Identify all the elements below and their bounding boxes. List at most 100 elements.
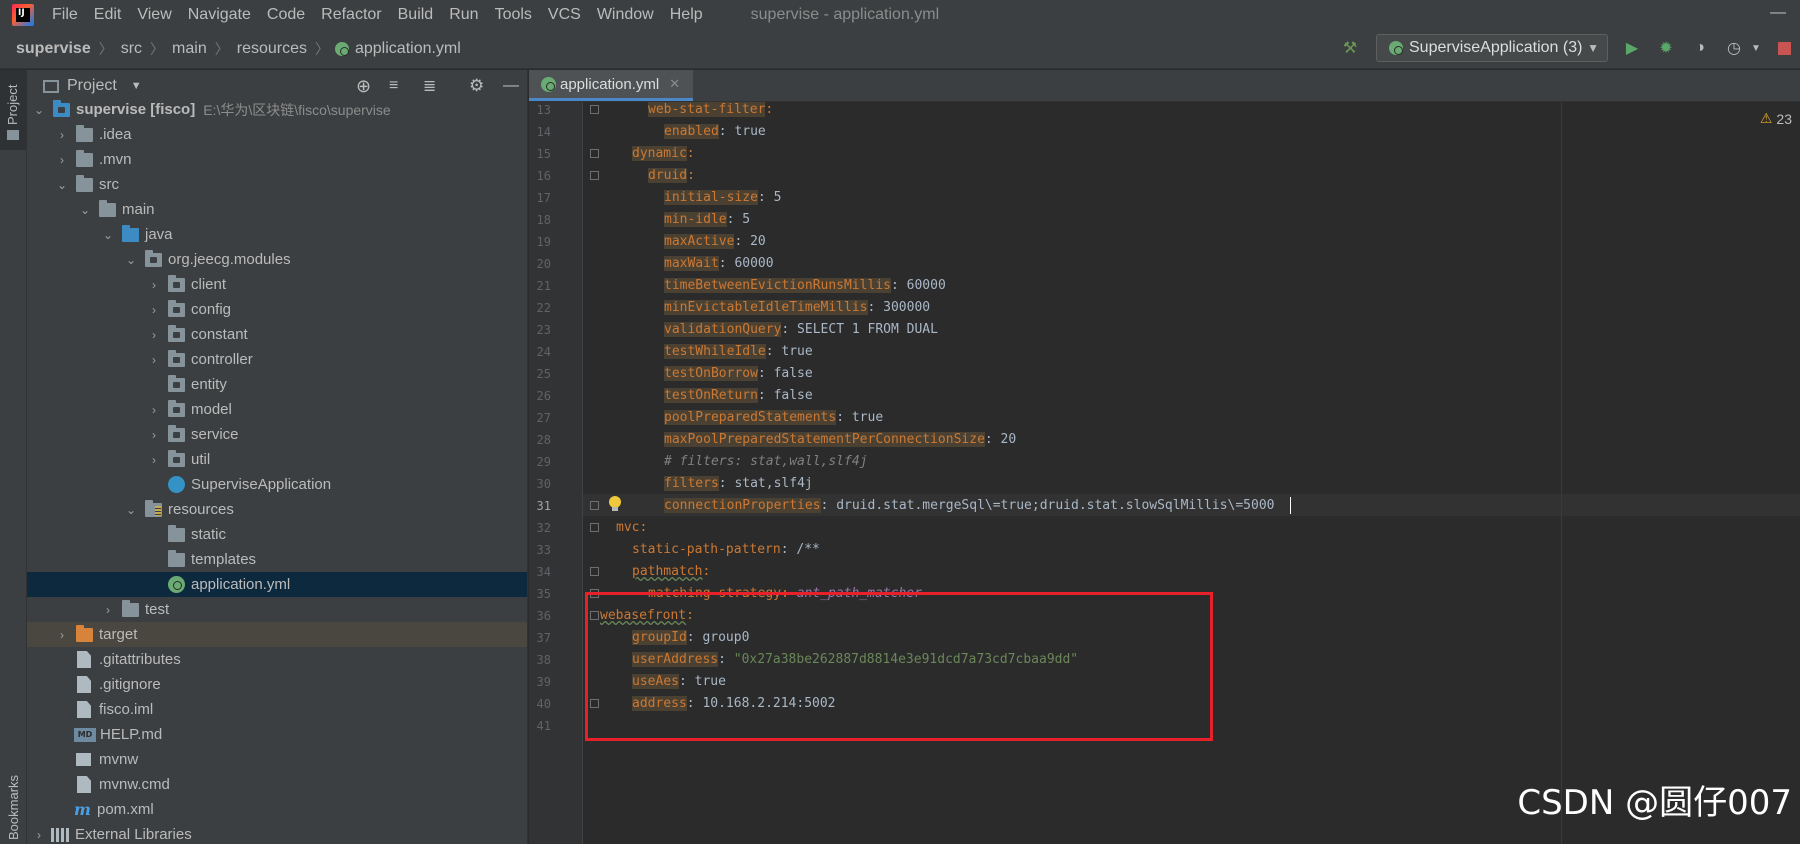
tree-item[interactable]: fisco.iml [27, 697, 527, 722]
tree-item[interactable]: .gitignore [27, 672, 527, 697]
tree-label: controller [191, 351, 253, 368]
package-icon [168, 374, 185, 392]
tree-label: test [145, 601, 170, 618]
folder-icon [122, 599, 139, 617]
code-line: druid: [648, 168, 695, 183]
project-tool-button[interactable]: Project [0, 70, 26, 150]
run-icon[interactable]: ▶ [1622, 38, 1642, 58]
code-comment: # filters: stat,wall,slf4j [664, 454, 868, 469]
tree-item[interactable]: › .idea [27, 122, 527, 147]
tree-item[interactable]: › client [27, 272, 527, 297]
menu-tools[interactable]: Tools [487, 0, 540, 29]
folder-icon [168, 524, 185, 542]
tree-label: application.yml [191, 576, 291, 593]
chevron-down-icon: ⌄ [102, 227, 114, 242]
code-line: pathmatch: [632, 564, 711, 579]
tree-label: mvnw.cmd [99, 776, 170, 793]
bookmarks-tool-button[interactable]: Bookmarks [6, 775, 21, 840]
breadcrumb-file[interactable]: application.yml [353, 40, 463, 58]
tree-item[interactable]: ⌄ java [27, 222, 527, 247]
tree-item[interactable]: › constant [27, 322, 527, 347]
tree-item[interactable]: › model [27, 397, 527, 422]
menu-file[interactable]: File [44, 0, 86, 29]
menu-build[interactable]: Build [390, 0, 442, 29]
tree-item[interactable]: mvnw.cmd [27, 772, 527, 797]
tree-item[interactable]: › test [27, 597, 527, 622]
expand-all-icon[interactable]: ≡ [389, 77, 398, 95]
tree-item[interactable]: › service [27, 422, 527, 447]
menu-view[interactable]: View [129, 0, 179, 29]
tree-item[interactable]: › util [27, 447, 527, 472]
menu-help[interactable]: Help [662, 0, 711, 29]
fold-marker-icon[interactable] [590, 567, 599, 576]
annotation-highlight-box [585, 592, 1213, 741]
tree-label: config [191, 301, 232, 318]
tree-item[interactable]: › .mvn [27, 147, 527, 172]
profile-icon[interactable]: ◷ [1724, 38, 1744, 58]
tree-label: util [191, 451, 211, 468]
breadcrumb-project[interactable]: supervise [14, 40, 93, 58]
inspection-widget[interactable]: ⚠ 23 [1760, 110, 1792, 127]
tree-item[interactable]: › target [27, 622, 527, 647]
build-hammer-icon[interactable]: ⚒ [1340, 38, 1360, 58]
chevron-right-icon: › [152, 427, 156, 442]
breadcrumb-main[interactable]: main [170, 40, 209, 58]
chevron-right-icon: › [60, 127, 64, 142]
tree-item[interactable]: .gitattributes [27, 647, 527, 672]
collapse-all-icon[interactable]: ≣ [423, 76, 436, 96]
chevron-right-icon: 〉 [214, 40, 229, 57]
chevron-down-icon[interactable]: ▼ [131, 80, 142, 92]
fold-marker-icon[interactable] [590, 171, 599, 180]
breadcrumb-src[interactable]: src [119, 40, 144, 58]
project-panel-title[interactable]: Project [67, 77, 117, 95]
tree-item[interactable]: SuperviseApplication [27, 472, 527, 497]
chevron-right-icon: › [152, 402, 156, 417]
tree-item-selected[interactable]: application.yml [27, 572, 527, 597]
debug-icon[interactable]: ✹ [1656, 38, 1676, 58]
source-folder-icon [122, 224, 139, 242]
gear-icon[interactable]: ⚙ [469, 76, 484, 96]
tree-item[interactable]: ⌄ org.jeecg.modules [27, 247, 527, 272]
minimize-icon[interactable]: — [1770, 4, 1786, 22]
run-configuration-select[interactable]: SuperviseApplication (3) ▼ [1376, 34, 1608, 62]
tree-item[interactable]: › controller [27, 347, 527, 372]
tree-item[interactable]: m pom.xml [27, 797, 527, 822]
editor-tab[interactable]: application.yml ✕ [529, 70, 693, 101]
tree-item[interactable]: static [27, 522, 527, 547]
tree-item[interactable]: ⌄ main [27, 197, 527, 222]
menu-edit[interactable]: Edit [86, 0, 130, 29]
tree-item[interactable]: › External Libraries [27, 822, 527, 844]
chevron-down-icon[interactable]: ▼ [1746, 38, 1766, 58]
menu-window[interactable]: Window [589, 0, 662, 29]
tree-item[interactable]: templates [27, 547, 527, 572]
tree-label: supervise [fisco] [76, 101, 196, 118]
tree-item[interactable]: entity [27, 372, 527, 397]
stop-icon[interactable] [1774, 38, 1794, 58]
tree-item[interactable]: ⌄ src [27, 172, 527, 197]
lightbulb-icon[interactable] [608, 496, 622, 512]
menu-navigate[interactable]: Navigate [180, 0, 259, 29]
locate-icon[interactable]: ⊕ [356, 76, 371, 97]
menu-vcs[interactable]: VCS [540, 0, 589, 29]
chevron-right-icon: › [152, 277, 156, 292]
tree-item[interactable]: mvnw [27, 747, 527, 772]
tree-item[interactable]: › config [27, 297, 527, 322]
tree-item[interactable]: MD HELP.md [27, 722, 527, 747]
menu-refactor[interactable]: Refactor [313, 0, 389, 29]
coverage-icon[interactable]: ◑ [1690, 38, 1710, 58]
menu-run[interactable]: Run [441, 0, 486, 29]
fold-marker-icon[interactable] [590, 105, 599, 114]
line-number: 21 [536, 279, 551, 293]
chevron-right-icon: › [152, 352, 156, 367]
tree-item[interactable]: ⌄ resources [27, 497, 527, 522]
chevron-down-icon: ⌄ [33, 102, 45, 117]
fold-marker-icon[interactable] [590, 149, 599, 158]
breadcrumb-resources[interactable]: resources [235, 40, 309, 58]
menu-code[interactable]: Code [259, 0, 313, 29]
fold-marker-icon[interactable] [590, 523, 599, 532]
project-view-icon [43, 79, 59, 93]
hide-panel-icon[interactable]: — [503, 77, 519, 95]
close-icon[interactable]: ✕ [669, 76, 680, 92]
tree-item-root[interactable]: ⌄ supervise [fisco] E:\华为\区块链\fisco\supe… [27, 97, 527, 122]
fold-marker-icon[interactable] [590, 501, 599, 510]
